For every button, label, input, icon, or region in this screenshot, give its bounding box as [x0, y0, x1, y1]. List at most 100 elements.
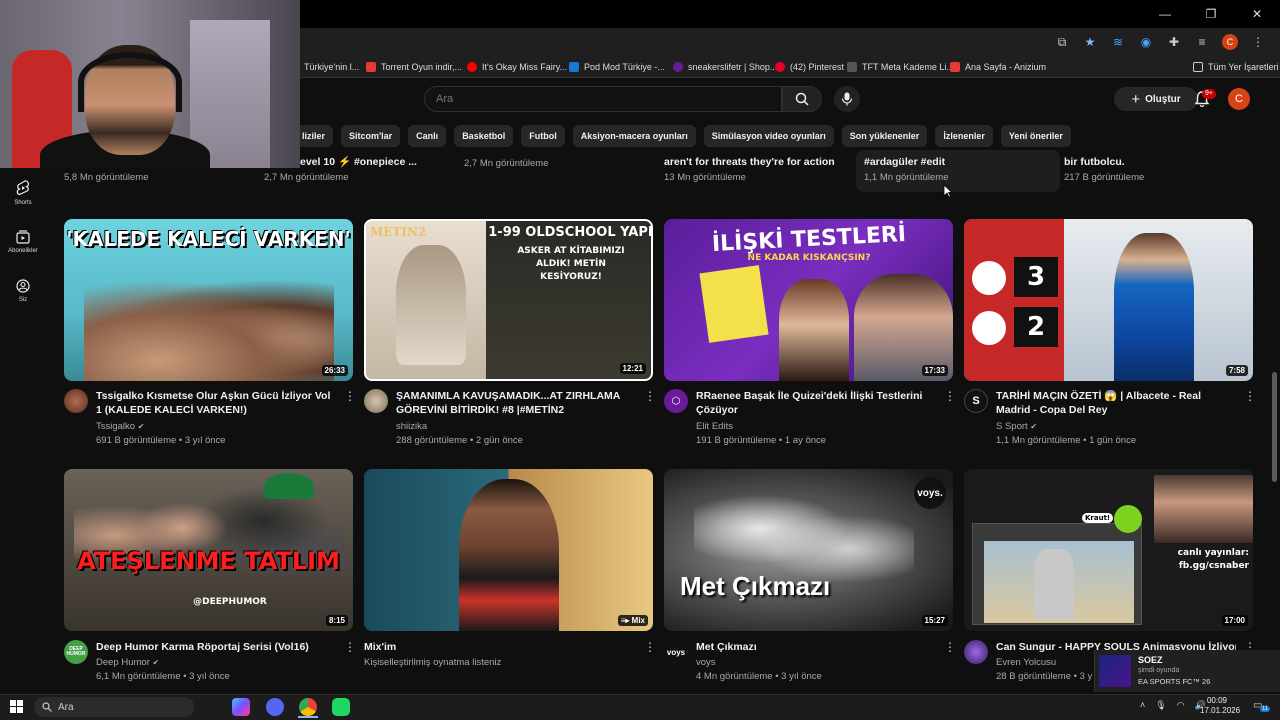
more-actions-icon[interactable]: ⋮: [644, 389, 656, 403]
extensions-puzzle-icon[interactable]: ✚: [1166, 34, 1182, 50]
channel-name[interactable]: Evren Yolcusu: [996, 657, 1056, 668]
browser-menu-icon[interactable]: ⋮: [1250, 34, 1266, 50]
video-title[interactable]: ŞAMANIMLA KAVUŞAMADIK...AT ZIRHLAMA GÖRE…: [396, 389, 636, 417]
all-bookmarks-folder[interactable]: Tüm Yer İşaretleri: [1193, 59, 1279, 75]
app-icon[interactable]: [332, 698, 350, 716]
close-icon[interactable]: ✕: [1234, 0, 1280, 28]
sidebar-item-subscriptions[interactable]: Abonelikler: [0, 230, 46, 254]
bookmark-item[interactable]: It's Okay Miss Fairy...: [467, 59, 567, 75]
video-thumbnail[interactable]: İLİŞKİ TESTLERİ NE KADAR KISKANÇSIN? 17:…: [664, 219, 953, 381]
minimize-icon[interactable]: —: [1142, 0, 1188, 28]
account-avatar[interactable]: C: [1228, 88, 1250, 110]
video-title[interactable]: TARİHİ MAÇIN ÖZETİ 😱 | Albacete - Real M…: [996, 389, 1236, 417]
wifi-icon[interactable]: ◠: [1177, 700, 1185, 711]
video-title[interactable]: RRaenee Başak İle Quizei'deki İlişki Tes…: [696, 389, 936, 417]
bookmark-item[interactable]: (42) Pinterest: [775, 59, 844, 75]
taskbar-search[interactable]: Ara: [34, 697, 194, 717]
chip[interactable]: İzlenenler: [935, 125, 993, 147]
search-input[interactable]: [425, 87, 781, 111]
channel-name[interactable]: Deep Humor ✔: [96, 657, 159, 668]
more-actions-icon[interactable]: ⋮: [344, 640, 356, 654]
video-title[interactable]: Tssigalko Kısmetse Olur Aşkın Gücü İzliy…: [96, 389, 336, 417]
video-title[interactable]: Met Çıkmazı: [696, 640, 936, 654]
sidebar-item-you[interactable]: Siz: [0, 279, 46, 303]
more-actions-icon[interactable]: ⋮: [944, 389, 956, 403]
playlist-description[interactable]: Kişiselleştirilmiş oynatma listeniz: [364, 657, 501, 668]
channel-name[interactable]: shiizika: [396, 421, 427, 432]
video-title[interactable]: aren't for threats they're for action: [664, 155, 835, 169]
more-actions-icon[interactable]: ⋮: [644, 640, 656, 654]
channel-avatar[interactable]: S: [964, 389, 988, 413]
channel-name[interactable]: Tssigalko ✔: [96, 421, 144, 432]
video-thumbnail[interactable]: Kraut! canlı yayınlar: fb.gg/csnaber 17:…: [964, 469, 1253, 631]
video-title[interactable]: #ardagüler #edit: [864, 155, 945, 169]
chip[interactable]: Sitcom'lar: [341, 125, 401, 147]
channel-avatar[interactable]: voys: [664, 640, 688, 664]
notification-status: şimdi oyunda: [1138, 667, 1180, 674]
chip[interactable]: Aksiyon-macera oyunları: [572, 125, 696, 147]
taskbar-clock[interactable]: 00:09 17.01.2026: [1200, 696, 1240, 716]
albacete-crest-icon: [972, 261, 1006, 295]
video-duration: 8:15: [325, 615, 348, 626]
voice-search-button[interactable]: [834, 86, 860, 112]
restore-icon[interactable]: ❐: [1188, 0, 1234, 28]
create-button[interactable]: + Oluştur: [1114, 87, 1198, 111]
sidebar-item-shorts[interactable]: Shorts: [0, 180, 46, 206]
video-title[interactable]: evel 10 ⚡ #onepiece ...: [300, 155, 417, 169]
channel-avatar[interactable]: [64, 389, 88, 413]
channel-avatar[interactable]: ⬡: [664, 389, 688, 413]
search-icon: [795, 92, 809, 106]
chip[interactable]: Canlı: [408, 125, 447, 147]
bookmark-star-icon[interactable]: ★: [1082, 34, 1098, 50]
bookmark-item[interactable]: Türkiye'nin l...: [304, 59, 359, 75]
page-scrollbar-thumb[interactable]: [1272, 372, 1277, 482]
extension-wave-icon[interactable]: ≋: [1110, 34, 1126, 50]
mix-label: Mix: [631, 616, 645, 625]
copilot-icon[interactable]: [232, 698, 250, 716]
bookmark-item[interactable]: Ana Sayfa - Anizium: [950, 59, 1046, 75]
chip[interactable]: Son yüklenenler: [841, 125, 928, 147]
channel-name[interactable]: Elit Edits: [696, 421, 733, 432]
extension-shield-icon[interactable]: ◉: [1138, 34, 1154, 50]
more-actions-icon[interactable]: ⋮: [344, 389, 356, 403]
chip[interactable]: Basketbol: [454, 125, 514, 147]
profile-avatar[interactable]: C: [1222, 34, 1238, 50]
reading-list-icon[interactable]: ≡: [1194, 34, 1210, 50]
video-thumbnail[interactable]: ATEŞLENME TATLIM @DEEPHUMOR 8:15: [64, 469, 353, 631]
bookmark-item[interactable]: TFT Meta Kademe Li...: [847, 59, 954, 75]
search-button[interactable]: [782, 86, 822, 112]
search-box[interactable]: [424, 86, 782, 112]
video-thumbnail[interactable]: METIN2 1-99 OLDSCHOOL YAPI ASKER AT KİTA…: [364, 219, 653, 381]
video-meta: 13 Mn görüntüleme: [664, 172, 746, 183]
video-thumbnail[interactable]: voys. Met Çıkmazı 15:27: [664, 469, 953, 631]
video-title[interactable]: Deep Humor Karma Röportaj Serisi (Vol16): [96, 640, 336, 654]
channel-avatar[interactable]: [964, 640, 988, 664]
video-title[interactable]: bir futbolcu.: [1064, 155, 1125, 169]
channel-avatar[interactable]: DEEP HUMOR: [64, 640, 88, 664]
more-actions-icon[interactable]: ⋮: [1244, 389, 1256, 403]
cast-icon[interactable]: ⧉: [1054, 34, 1070, 50]
video-thumbnail[interactable]: 'KALEDE KALECİ VARKEN' 26:33: [64, 219, 353, 381]
microphone-icon: [841, 92, 853, 106]
bookmark-item[interactable]: Pod Mod Türkiye -...: [569, 59, 665, 75]
chevron-up-icon[interactable]: ˄: [1140, 700, 1145, 711]
bookmark-item[interactable]: Torrent Oyun indir,...: [366, 59, 462, 75]
video-thumbnail[interactable]: 3 2 7:58: [964, 219, 1253, 381]
bookmark-item[interactable]: sneakerslifetr | Shop...: [673, 59, 777, 75]
more-actions-icon[interactable]: ⋮: [944, 640, 956, 654]
video-title[interactable]: Mix'im: [364, 640, 634, 654]
discord-icon[interactable]: [266, 698, 284, 716]
xbox-notification[interactable]: SOEZ şimdi oyunda EA SPORTS FC™ 26: [1094, 650, 1280, 692]
chip[interactable]: Futbol: [521, 125, 565, 147]
windows-start-icon[interactable]: [10, 700, 23, 713]
microphone-icon[interactable]: 🎙: [1155, 700, 1166, 711]
chip[interactable]: Yeni öneriler: [1000, 125, 1071, 147]
thumbnail-player-image: [1114, 233, 1194, 381]
channel-name[interactable]: S Sport ✔: [996, 421, 1037, 432]
channel-name[interactable]: voys: [696, 657, 716, 668]
channel-avatar[interactable]: [364, 389, 388, 413]
chip[interactable]: liziler: [300, 125, 334, 147]
video-thumbnail[interactable]: ≡▸ Mix: [364, 469, 653, 631]
chip[interactable]: Simülasyon video oyunları: [703, 125, 834, 147]
chrome-icon[interactable]: [299, 698, 317, 716]
